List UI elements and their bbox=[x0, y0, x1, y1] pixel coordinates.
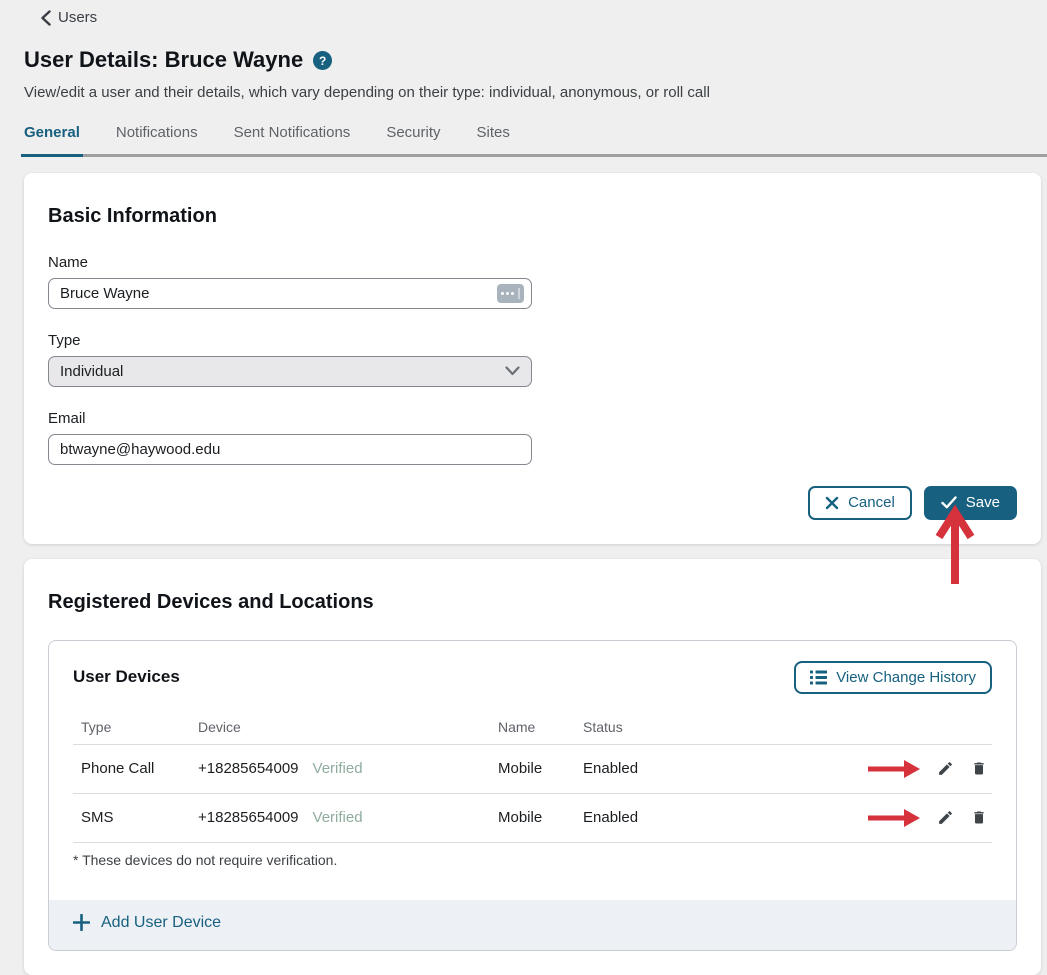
device-status-cell: Enabled bbox=[583, 809, 822, 826]
name-label: Name bbox=[48, 254, 532, 271]
tab-notifications[interactable]: Notifications bbox=[113, 124, 201, 157]
back-link-label: Users bbox=[58, 9, 97, 26]
device-name-cell: Mobile bbox=[498, 760, 583, 777]
tab-sent-notifications[interactable]: Sent Notifications bbox=[231, 124, 354, 157]
delete-device-button[interactable] bbox=[966, 805, 992, 831]
trash-icon bbox=[971, 809, 987, 826]
type-field-group: Type Individual bbox=[48, 332, 532, 387]
basic-information-heading: Basic Information bbox=[48, 205, 1017, 228]
form-actions: Cancel Save bbox=[48, 486, 1017, 520]
add-user-device-button[interactable]: Add User Device bbox=[73, 914, 221, 932]
tab-security[interactable]: Security bbox=[383, 124, 443, 157]
name-input[interactable] bbox=[48, 278, 532, 309]
delete-device-button[interactable] bbox=[966, 756, 992, 782]
chevron-down-icon bbox=[505, 366, 520, 376]
column-header-status: Status bbox=[583, 719, 822, 735]
list-icon bbox=[810, 670, 827, 685]
row-actions bbox=[822, 756, 992, 782]
verification-status: Verified bbox=[313, 760, 363, 777]
type-label: Type bbox=[48, 332, 532, 349]
table-header-row: Type Device Name Status bbox=[73, 710, 992, 745]
device-status-cell: Enabled bbox=[583, 760, 822, 777]
type-select-value: Individual bbox=[60, 363, 123, 380]
user-devices-table: Type Device Name Status Phone Call +1828… bbox=[73, 710, 992, 883]
email-field-group: Email bbox=[48, 410, 532, 465]
table-row: SMS +18285654009 Verified Mobile Enabled bbox=[73, 794, 992, 843]
device-name-cell: Mobile bbox=[498, 809, 583, 826]
user-devices-panel: User Devices View Change History Type De… bbox=[48, 640, 1017, 952]
view-change-history-button[interactable]: View Change History bbox=[794, 661, 992, 694]
email-label: Email bbox=[48, 410, 532, 427]
registered-devices-heading: Registered Devices and Locations bbox=[48, 591, 1017, 614]
email-input[interactable] bbox=[48, 434, 532, 465]
red-arrow-up-annotation-icon bbox=[934, 504, 976, 586]
add-user-device-label: Add User Device bbox=[101, 914, 221, 932]
user-devices-panel-header: User Devices View Change History bbox=[49, 641, 1016, 710]
edit-device-button[interactable] bbox=[932, 805, 958, 831]
column-header-device: Device bbox=[198, 719, 498, 735]
tab-sites[interactable]: Sites bbox=[474, 124, 513, 157]
chevron-left-icon bbox=[40, 10, 51, 26]
column-header-name: Name bbox=[498, 719, 583, 735]
panel-footer: Add User Device bbox=[49, 900, 1016, 951]
device-type-cell: SMS bbox=[73, 809, 198, 826]
page-title: User Details: Bruce Wayne bbox=[24, 47, 303, 73]
tab-bar: General Notifications Sent Notifications… bbox=[21, 124, 1047, 157]
cancel-button[interactable]: Cancel bbox=[808, 486, 912, 520]
device-number: +18285654009 bbox=[198, 760, 299, 777]
basic-information-card: Basic Information Name Type Individual E… bbox=[24, 173, 1041, 544]
page-subtitle: View/edit a user and their details, whic… bbox=[24, 84, 1047, 101]
verification-status: Verified bbox=[313, 809, 363, 826]
back-to-users-link[interactable]: Users bbox=[40, 9, 97, 26]
device-cell: +18285654009 Verified bbox=[198, 809, 498, 826]
x-icon bbox=[825, 496, 839, 510]
row-actions bbox=[822, 805, 992, 831]
pencil-icon bbox=[937, 809, 954, 826]
device-number: +18285654009 bbox=[198, 809, 299, 826]
red-arrow-right-annotation-icon bbox=[866, 758, 922, 780]
page-title-row: User Details: Bruce Wayne ? bbox=[24, 47, 1047, 73]
red-arrow-right-annotation-icon bbox=[866, 807, 922, 829]
user-devices-title: User Devices bbox=[73, 667, 180, 687]
type-select[interactable]: Individual bbox=[48, 356, 532, 387]
registered-devices-card: Registered Devices and Locations User De… bbox=[24, 559, 1041, 975]
device-cell: +18285654009 Verified bbox=[198, 760, 498, 777]
pencil-icon bbox=[937, 760, 954, 777]
edit-device-button[interactable] bbox=[932, 756, 958, 782]
ellipsis-adornment-icon[interactable] bbox=[497, 284, 524, 303]
view-change-history-label: View Change History bbox=[836, 669, 976, 686]
name-field-group: Name bbox=[48, 254, 532, 309]
question-mark-icon[interactable]: ? bbox=[313, 51, 332, 70]
table-row: Phone Call +18285654009 Verified Mobile E… bbox=[73, 745, 992, 794]
plus-icon bbox=[73, 914, 90, 931]
cancel-button-label: Cancel bbox=[848, 494, 895, 511]
device-type-cell: Phone Call bbox=[73, 760, 198, 777]
verification-footnote: * These devices do not require verificat… bbox=[73, 843, 992, 883]
trash-icon bbox=[971, 760, 987, 777]
tab-general[interactable]: General bbox=[21, 124, 83, 157]
column-header-type: Type bbox=[73, 719, 198, 735]
